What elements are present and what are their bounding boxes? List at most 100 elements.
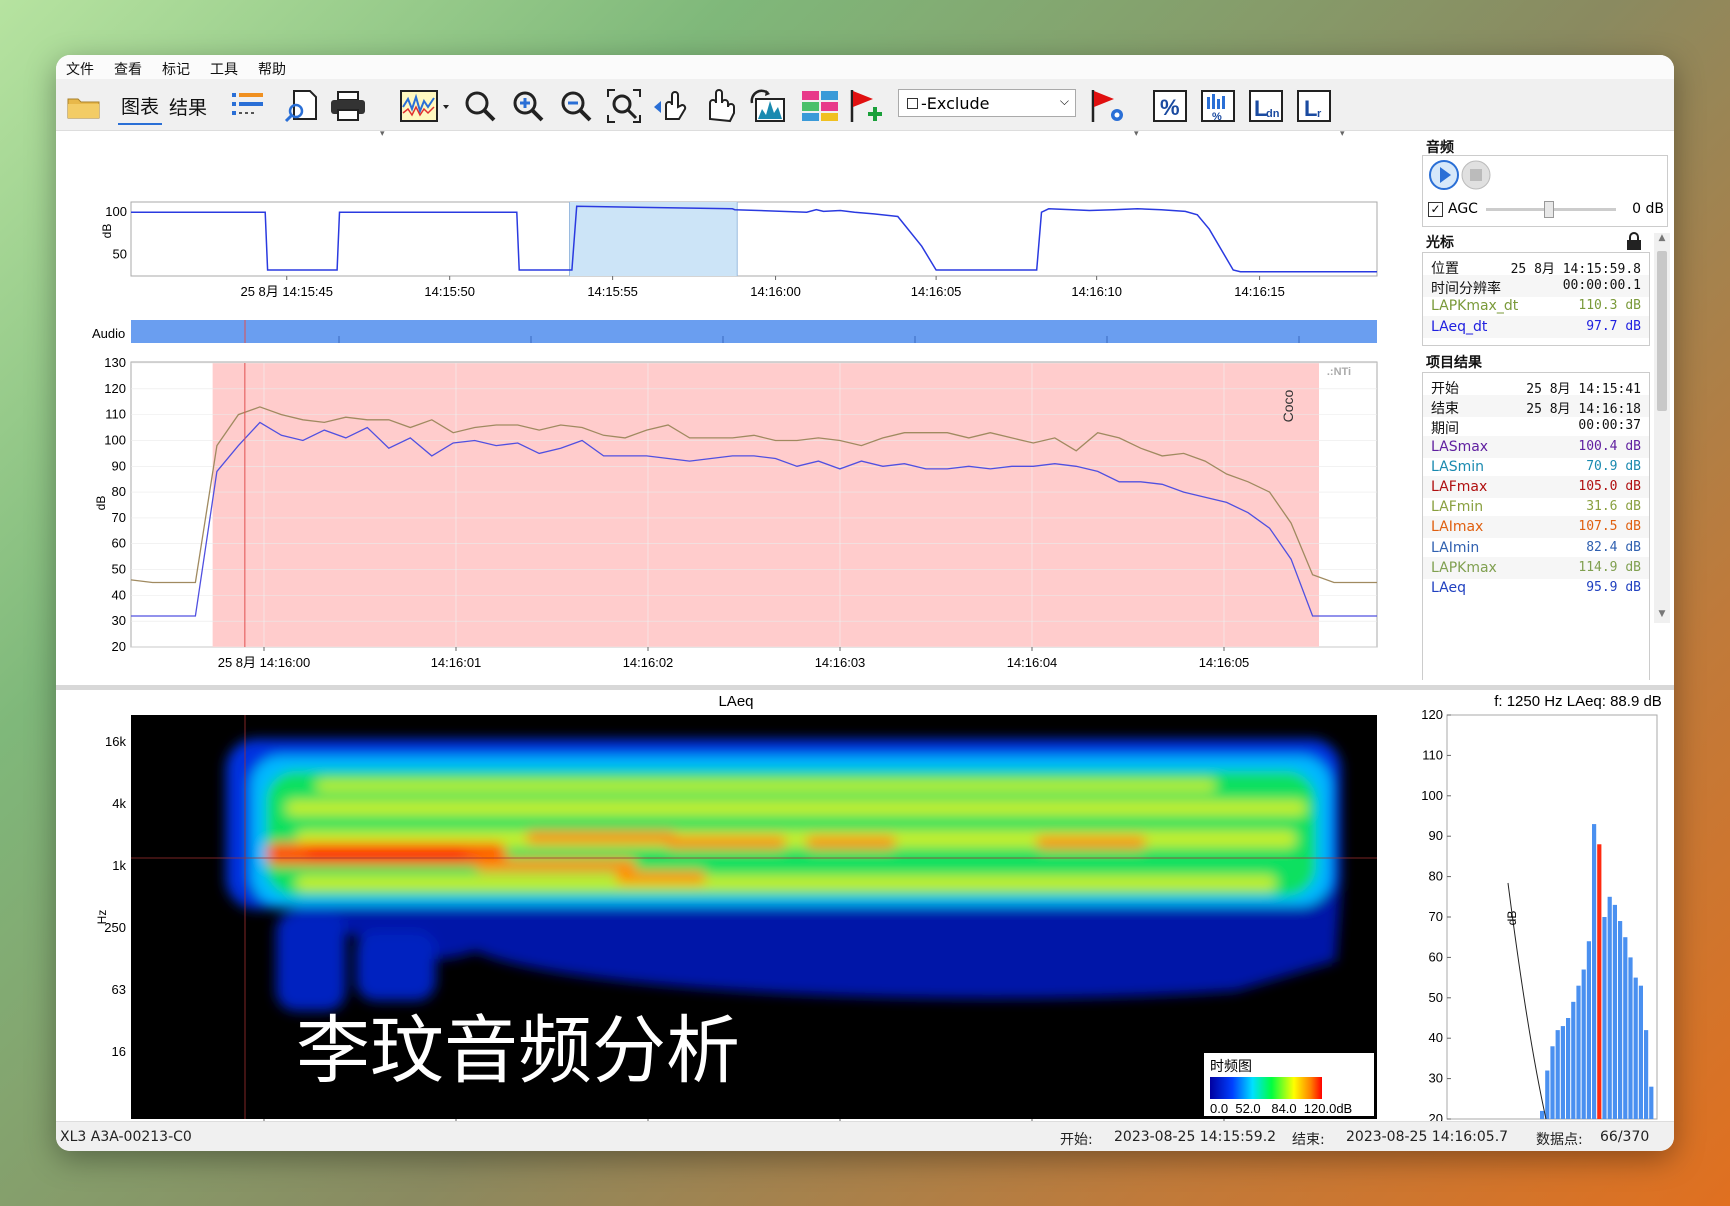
menu-tools[interactable]: 工具 xyxy=(210,59,238,79)
exclude-band[interactable] xyxy=(212,363,1319,647)
spectrum-bar[interactable] xyxy=(1638,985,1643,1119)
detail-x-tick-label: 25 8月 14:16:00 xyxy=(218,655,311,670)
marker-label-coco: Coco xyxy=(1280,389,1296,422)
status-end-value: 2023-08-25 14:16:05.7 xyxy=(1346,1129,1509,1145)
exclude-filter-select[interactable]: -Exclude ⌵ xyxy=(898,89,1076,117)
color-palette-icon[interactable] xyxy=(798,87,842,125)
agc-checkbox[interactable]: ✓ xyxy=(1428,202,1443,217)
scroll-up-icon[interactable]: ▲ xyxy=(1654,233,1670,247)
spectrum-bar[interactable] xyxy=(1560,1026,1565,1119)
zoom-fit-icon[interactable] xyxy=(604,87,644,125)
exclude-checkbox[interactable] xyxy=(907,97,918,109)
spectrum-bar[interactable] xyxy=(1628,957,1633,1119)
print-preview-icon[interactable] xyxy=(282,87,322,125)
spectrum-bar[interactable] xyxy=(1623,937,1628,1119)
spectrogram-band xyxy=(356,931,436,1001)
zoom-in-icon[interactable] xyxy=(508,87,548,125)
colormap-tick-label: 52.0 xyxy=(1235,1101,1260,1116)
nti-logo: .:NTi xyxy=(1327,366,1351,378)
result-value: 114.9 dB xyxy=(1578,559,1641,575)
spectrum-bar[interactable] xyxy=(1644,1030,1649,1119)
result-value: 31.6 dB xyxy=(1586,499,1641,515)
spectrum-bar[interactable] xyxy=(1581,969,1586,1119)
result-row: 开始 25 8月 14:15:41 xyxy=(1423,375,1649,397)
scrollbar-thumb[interactable] xyxy=(1657,251,1667,411)
play-icon[interactable] xyxy=(1428,159,1460,195)
agc-label: AGC xyxy=(1448,201,1478,217)
marker-settings-icon[interactable] xyxy=(1086,87,1130,125)
status-start-value: 2023-08-25 14:15:59.2 xyxy=(1114,1129,1277,1145)
overview-selection[interactable] xyxy=(569,202,738,276)
menu-view[interactable]: 查看 xyxy=(114,59,142,79)
menu-file[interactable]: 文件 xyxy=(66,59,94,79)
spectrum-y-tick-label: 100 xyxy=(1421,788,1443,803)
spectrum-bar[interactable] xyxy=(1545,1070,1550,1119)
spectrum-y-tick-label: 30 xyxy=(1429,1071,1443,1086)
spectrum-bar[interactable] xyxy=(1592,824,1597,1119)
pan-horizontal-icon[interactable] xyxy=(652,87,692,125)
splitter-handle[interactable] xyxy=(56,685,1674,690)
detail-y-tick-label: 20 xyxy=(112,639,126,654)
stop-icon[interactable] xyxy=(1460,159,1492,195)
spectrum-chart[interactable]: f: 1250 Hz LAeq: 88.9 dB 20 30 40 50 60 70 80 9… xyxy=(1421,693,1664,1121)
result-label: LASmax xyxy=(1431,438,1489,455)
detail-chart[interactable]: 20 30 40 50 60 70 80 90 100 110 120 130 25 8月 14:16… xyxy=(94,355,1378,670)
spectrum-bar[interactable] xyxy=(1612,904,1617,1119)
open-folder-icon[interactable] xyxy=(64,87,104,125)
colormap-legend-title: 时频图 xyxy=(1210,1058,1252,1074)
spectrum-y-tick-label: 40 xyxy=(1429,1030,1443,1045)
tab-chart[interactable]: 图表 xyxy=(118,87,162,125)
refresh-chart-icon[interactable] xyxy=(748,87,788,125)
pan-icon[interactable] xyxy=(700,87,740,125)
spectrum-bar[interactable] xyxy=(1618,921,1623,1119)
results-values-box: 开始 25 8月 14:15:41 结束 25 8月 14:16:18 期间 00:00:… xyxy=(1422,372,1650,680)
detail-y-tick-label: 40 xyxy=(112,587,126,602)
detail-y-tick-label: 110 xyxy=(105,407,126,422)
menu-help[interactable]: 帮助 xyxy=(258,59,286,79)
spectrum-bar[interactable] xyxy=(1576,985,1581,1119)
overview-y-tick-label: 50 xyxy=(113,247,127,262)
spectrum-bar[interactable] xyxy=(1550,1046,1555,1119)
detail-x-tick-label: 14:16:05 xyxy=(1199,655,1250,670)
spectrum-bar[interactable] xyxy=(1633,977,1638,1119)
spectrum-bar[interactable] xyxy=(1555,1030,1560,1119)
chart-type-icon[interactable] xyxy=(398,87,452,125)
overview-chart[interactable]: 100 50 25 8月 14:15:45 14:15:50 14:15:55 14:1… xyxy=(100,201,1378,299)
cursor-value: 110.3 dB xyxy=(1578,298,1641,314)
spectrum-bar[interactable] xyxy=(1566,1018,1571,1119)
scroll-down-icon[interactable]: ▼ xyxy=(1654,609,1670,623)
lock-icon[interactable] xyxy=(1626,232,1642,254)
result-label: LASmin xyxy=(1431,458,1484,475)
lr-icon[interactable]: Lr xyxy=(1294,87,1334,125)
detail-y-tick-label: 80 xyxy=(112,484,126,499)
spectrum-bar[interactable] xyxy=(1597,844,1602,1119)
overview-x-tick-label: 14:15:55 xyxy=(587,284,638,299)
detail-y-tick-label: 30 xyxy=(112,613,126,628)
svg-text:L: L xyxy=(1304,96,1317,121)
magnifier-icon[interactable] xyxy=(460,87,500,125)
spectrum-bar[interactable] xyxy=(1602,917,1607,1119)
result-row: LAFmax 105.0 dB xyxy=(1423,476,1649,498)
spectrum-bar[interactable] xyxy=(1607,896,1612,1119)
info-panel-scrollbar[interactable]: ▲ ▼ xyxy=(1654,233,1670,623)
histogram-percent-icon[interactable]: % xyxy=(1198,87,1238,125)
spectrum-bar[interactable] xyxy=(1649,1086,1654,1119)
spectrogram-band xyxy=(316,781,1216,791)
gain-slider-thumb[interactable] xyxy=(1544,201,1554,218)
spectrogram-chart[interactable]: LAeq 16k4k1k2506316 25 8月 14:16:0014:16:… xyxy=(95,693,1377,1121)
print-icon[interactable] xyxy=(328,87,368,125)
add-marker-flag-icon[interactable] xyxy=(846,87,886,125)
result-row: LAPKmax 114.9 dB xyxy=(1423,556,1649,579)
zoom-out-icon[interactable] xyxy=(556,87,596,125)
spectrum-bar[interactable] xyxy=(1586,941,1591,1119)
spectrum-bar[interactable] xyxy=(1540,1110,1545,1119)
list-settings-icon[interactable] xyxy=(228,87,268,125)
tab-results[interactable]: 结果 xyxy=(166,87,210,125)
ldn-icon[interactable]: Ldn xyxy=(1246,87,1286,125)
percentile-icon[interactable]: % xyxy=(1150,87,1190,125)
spectrum-bar[interactable] xyxy=(1571,1001,1576,1119)
cursor-label: LAPKmax_dt xyxy=(1431,298,1519,315)
audio-track-bar[interactable] xyxy=(131,320,1377,343)
spectrogram-band xyxy=(1036,836,1146,849)
menu-marker[interactable]: 标记 xyxy=(162,59,190,79)
